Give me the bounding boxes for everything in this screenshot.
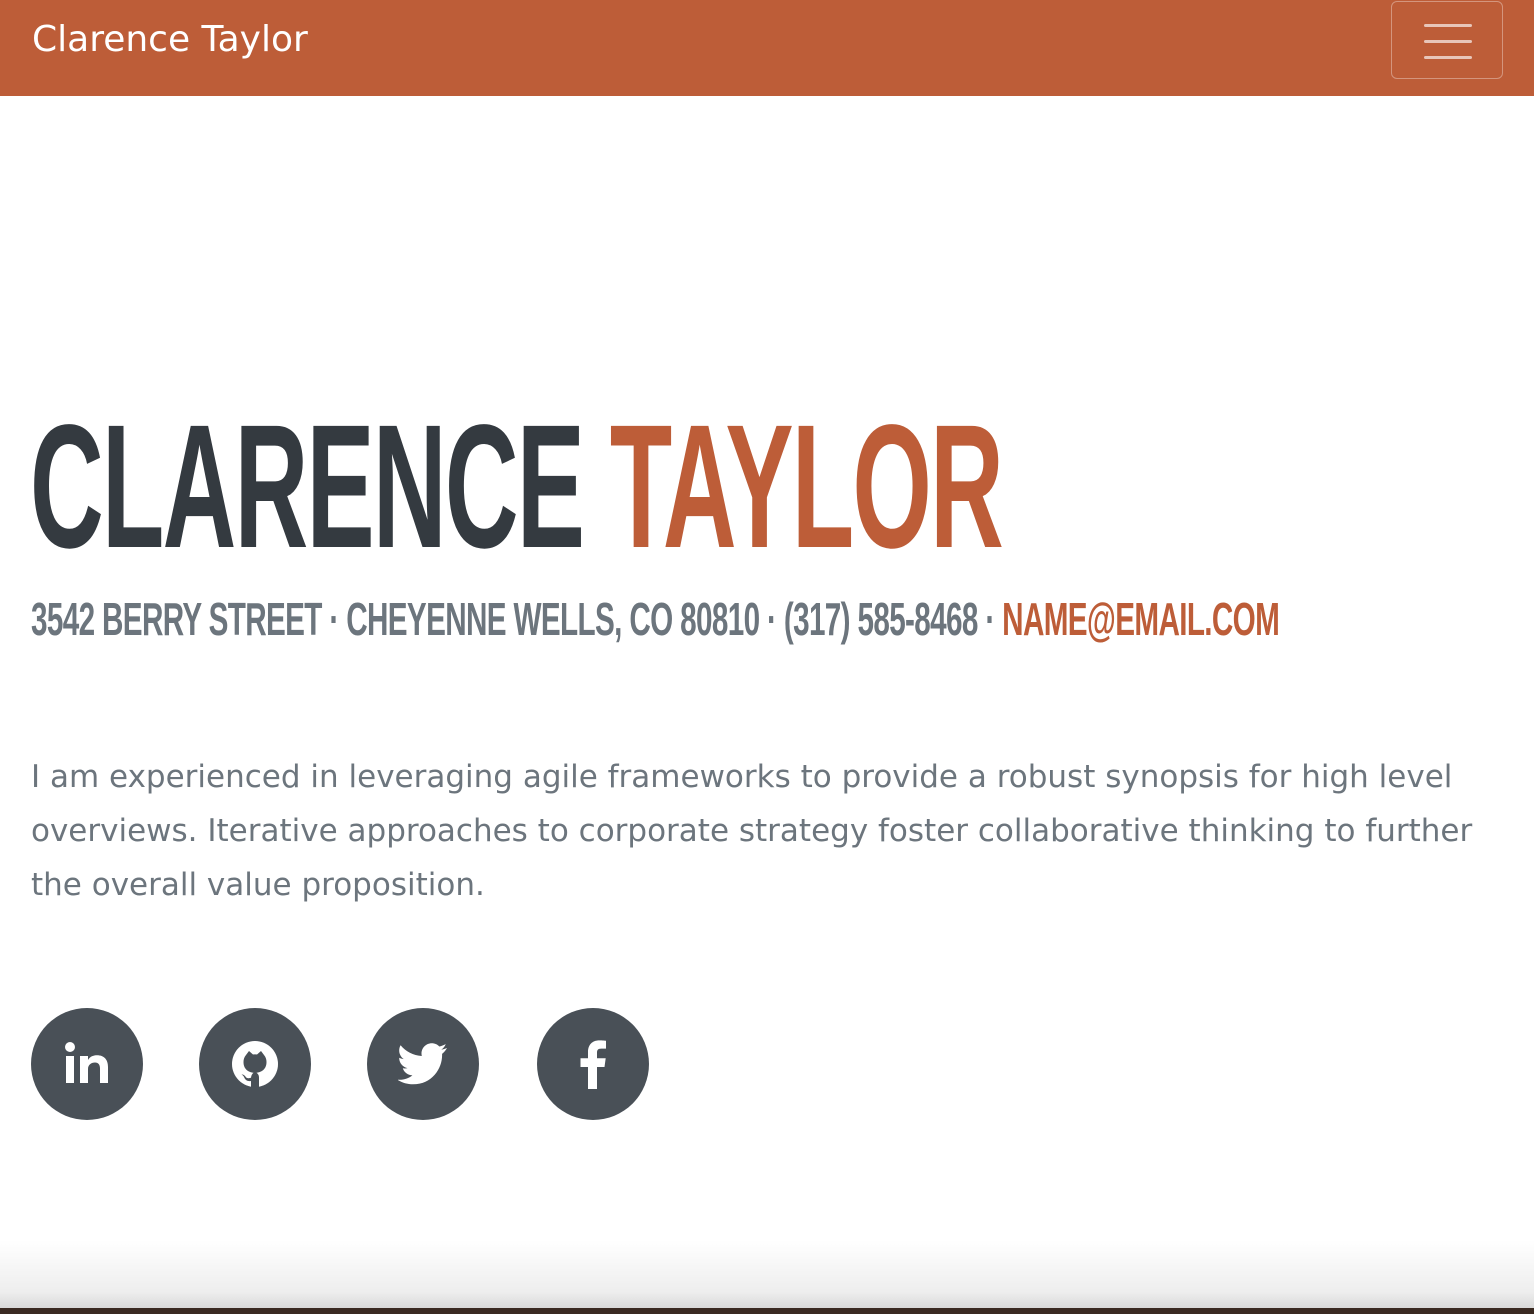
page: Clarence Taylor Clarence Taylor 3542 Ber… xyxy=(0,0,1534,1314)
navbar-brand[interactable]: Clarence Taylor xyxy=(32,18,308,62)
bottom-fade xyxy=(0,1240,1534,1314)
twitter-icon xyxy=(398,1043,447,1085)
navbar: Clarence Taylor xyxy=(0,0,1534,96)
name-heading: Clarence Taylor xyxy=(30,389,1004,585)
linkedin-button[interactable] xyxy=(31,1008,143,1120)
facebook-button[interactable] xyxy=(537,1008,649,1120)
facebook-icon xyxy=(580,1040,606,1089)
hamburger-bar xyxy=(1424,40,1472,43)
contact-subheading: 3542 Berry Street · Cheyenne Wells, CO 8… xyxy=(31,593,1280,645)
email-link[interactable]: name@email.com xyxy=(1002,593,1280,645)
twitter-button[interactable] xyxy=(367,1008,479,1120)
github-button[interactable] xyxy=(199,1008,311,1120)
address-phone-text: 3542 Berry Street · Cheyenne Wells, CO 8… xyxy=(31,593,1003,645)
hamburger-bar xyxy=(1424,56,1472,59)
hamburger-bar xyxy=(1424,24,1472,27)
navbar-toggle-button[interactable] xyxy=(1391,1,1503,79)
bottom-edge xyxy=(0,1308,1534,1314)
first-name: Clarence xyxy=(30,389,585,585)
github-icon xyxy=(232,1041,278,1087)
bio-text: I am experienced in leveraging agile fra… xyxy=(31,759,1473,903)
linkedin-icon xyxy=(65,1042,108,1083)
last-name: Taylor xyxy=(609,389,1004,585)
